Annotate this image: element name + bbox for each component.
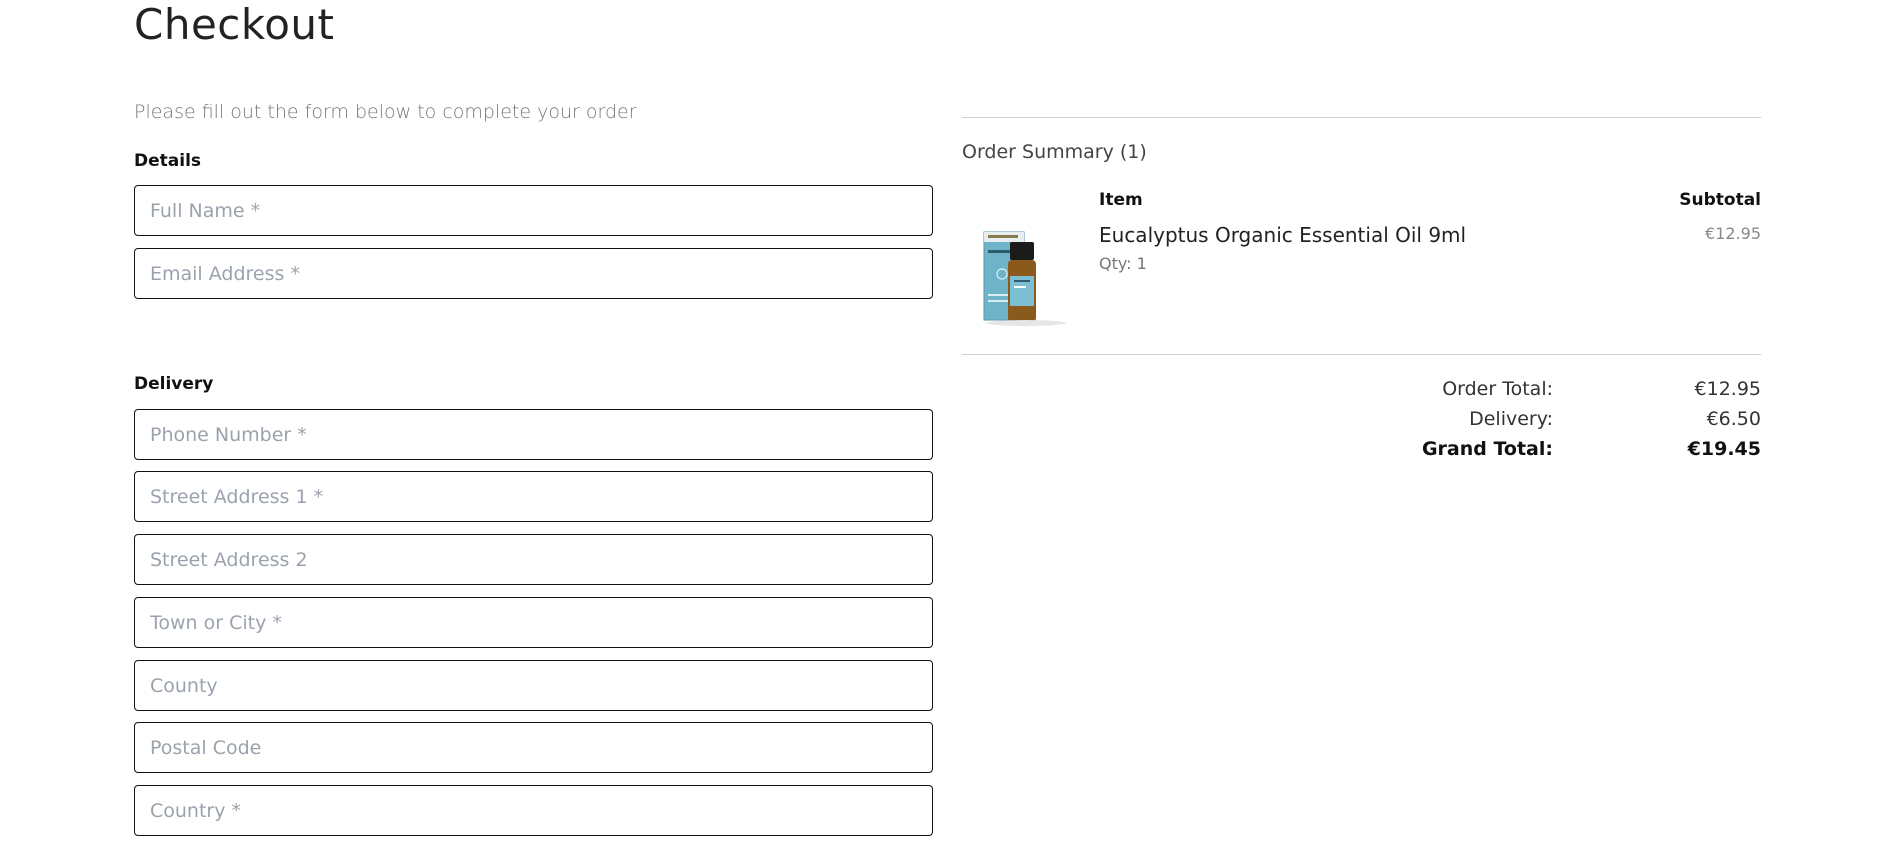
order-total-value: €12.95 (1694, 378, 1761, 400)
full-name-field[interactable] (134, 185, 933, 236)
town-field[interactable] (134, 597, 933, 648)
product-price: €12.95 (1705, 224, 1761, 243)
delivery-cost-label: Delivery: (1469, 408, 1553, 430)
town-input[interactable] (135, 598, 932, 647)
subtotal-column-header: Subtotal (1679, 190, 1761, 210)
email-input[interactable] (135, 249, 932, 298)
grand-total-row: Grand Total: €19.45 (0, 438, 1883, 464)
postal-code-input[interactable] (135, 723, 932, 772)
street-address-1-input[interactable] (135, 472, 932, 521)
county-field[interactable] (134, 660, 933, 711)
delivery-cost-value: €6.50 (1706, 408, 1761, 430)
summary-top-divider (962, 117, 1761, 118)
street-address-2-input[interactable] (135, 535, 932, 584)
order-summary-title: Order Summary (1) (962, 141, 1147, 163)
email-field[interactable] (134, 248, 933, 299)
item-column-header: Item (1099, 190, 1143, 210)
postal-code-field[interactable] (134, 722, 933, 773)
county-input[interactable] (135, 661, 932, 710)
country-input[interactable] (135, 786, 932, 835)
order-total-label: Order Total: (1442, 378, 1553, 400)
country-field[interactable] (134, 785, 933, 836)
checkout-page: Checkout Please fill out the form below … (0, 0, 1883, 842)
order-total-row: Order Total: €12.95 (0, 378, 1883, 404)
details-heading: Details (134, 151, 202, 171)
street-address-2-field[interactable] (134, 534, 933, 585)
delivery-total-row: Delivery: €6.50 (0, 408, 1883, 434)
essential-oil-bottle-icon (983, 231, 1066, 326)
page-title: Checkout (134, 0, 335, 49)
street-address-1-field[interactable] (134, 471, 933, 522)
product-qty: Qty: 1 (1099, 254, 1147, 273)
full-name-input[interactable] (135, 186, 932, 235)
product-name[interactable]: Eucalyptus Organic Essential Oil 9ml (1099, 223, 1466, 247)
grand-total-label: Grand Total: (1421, 438, 1553, 460)
page-subtitle: Please fill out the form below to comple… (134, 101, 637, 123)
product-image[interactable] (980, 222, 1072, 327)
grand-total-value: €19.45 (1687, 438, 1761, 460)
summary-bottom-divider (962, 354, 1761, 355)
